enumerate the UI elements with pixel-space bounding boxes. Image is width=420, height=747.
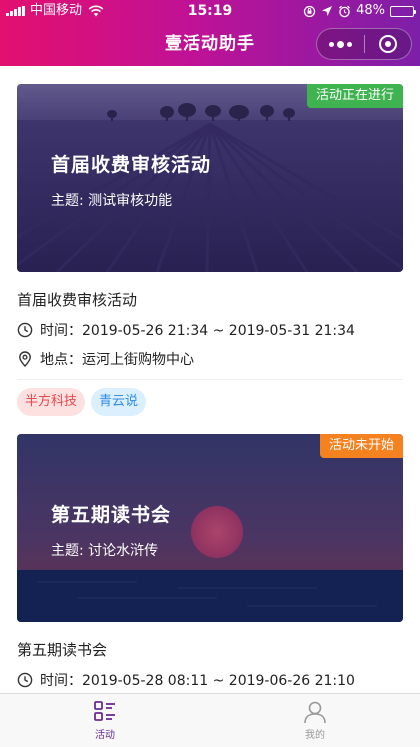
organizer-tags: 半方科技 青云说: [17, 388, 403, 416]
status-bar: 中国移动 15:19 48%: [0, 0, 420, 22]
tab-bar: 活动 我的: [0, 693, 420, 747]
activity-time-text: 时间：2019-05-26 21:34 ~ 2019-05-31 21:34: [40, 323, 355, 339]
rotation-lock-icon: [303, 5, 316, 17]
lavender-field-image: [17, 84, 403, 272]
sunset-sea-image: [17, 434, 403, 622]
more-button[interactable]: [317, 29, 364, 59]
activity-list[interactable]: 首届收费审核活动 主题: 测试审核功能 活动正在进行 首届收费审核活动 时间：2…: [0, 66, 420, 693]
activity-time: 时间：2019-05-26 21:34 ~ 2019-05-31 21:34: [17, 320, 403, 340]
location-arrow-icon: [322, 6, 333, 16]
organizer-tag[interactable]: 青云说: [91, 388, 147, 416]
battery-icon: [390, 5, 416, 17]
activity-time: 时间：2019-05-28 08:11 ~ 2019-06-26 21:10: [17, 670, 403, 690]
alarm-icon: [339, 5, 350, 17]
activity-title[interactable]: 第五期读书会: [17, 639, 403, 660]
tab-profile-label: 我的: [305, 730, 325, 741]
nav-bar: 壹活动助手: [0, 22, 420, 66]
status-badge: 活动未开始: [319, 434, 403, 458]
activity-cover[interactable]: 第五期读书会 主题: 讨论水浒传 活动未开始: [17, 434, 403, 622]
cover-title: 第五期读书会: [51, 504, 172, 526]
activity-card[interactable]: 首届收费审核活动 主题: 测试审核功能 活动正在进行 首届收费审核活动 时间：2…: [17, 84, 403, 416]
clock-icon: [17, 322, 33, 338]
tab-profile[interactable]: 我的: [210, 694, 420, 747]
location-pin-icon: [19, 351, 31, 367]
app-header: 中国移动 15:19 48% 壹活动助手: [0, 0, 420, 66]
battery-percent: 48%: [356, 3, 385, 18]
miniprogram-capsule: [316, 28, 412, 60]
activity-title[interactable]: 首届收费审核活动: [17, 289, 403, 310]
cover-title: 首届收费审核活动: [51, 154, 212, 176]
activity-cover[interactable]: 首届收费审核活动 主题: 测试审核功能 活动正在进行: [17, 84, 403, 272]
cover-subtitle: 主题: 测试审核功能: [51, 193, 173, 209]
activity-card[interactable]: 第五期读书会 主题: 讨论水浒传 活动未开始 第五期读书会 时间：2019-05…: [17, 434, 403, 690]
activity-location-text: 地点：运河上街购物中心: [40, 352, 194, 368]
close-button[interactable]: [365, 29, 412, 59]
divider: [17, 379, 403, 380]
more-dots-icon: [328, 40, 352, 48]
organizer-tag[interactable]: 半方科技: [17, 388, 86, 416]
target-circle-icon: [378, 35, 397, 53]
activity-location: 地点：运河上街购物中心: [17, 349, 403, 369]
user-profile-icon: [304, 701, 326, 724]
status-badge: 活动正在进行: [306, 84, 403, 108]
tab-activities[interactable]: 活动: [0, 694, 210, 747]
clock-icon: [17, 672, 33, 688]
cover-subtitle: 主题: 讨论水浒传: [51, 543, 159, 559]
activity-list-icon: [94, 701, 115, 721]
tab-activities-label: 活动: [95, 730, 115, 741]
activity-time-text: 时间：2019-05-28 08:11 ~ 2019-06-26 21:10: [40, 673, 355, 689]
